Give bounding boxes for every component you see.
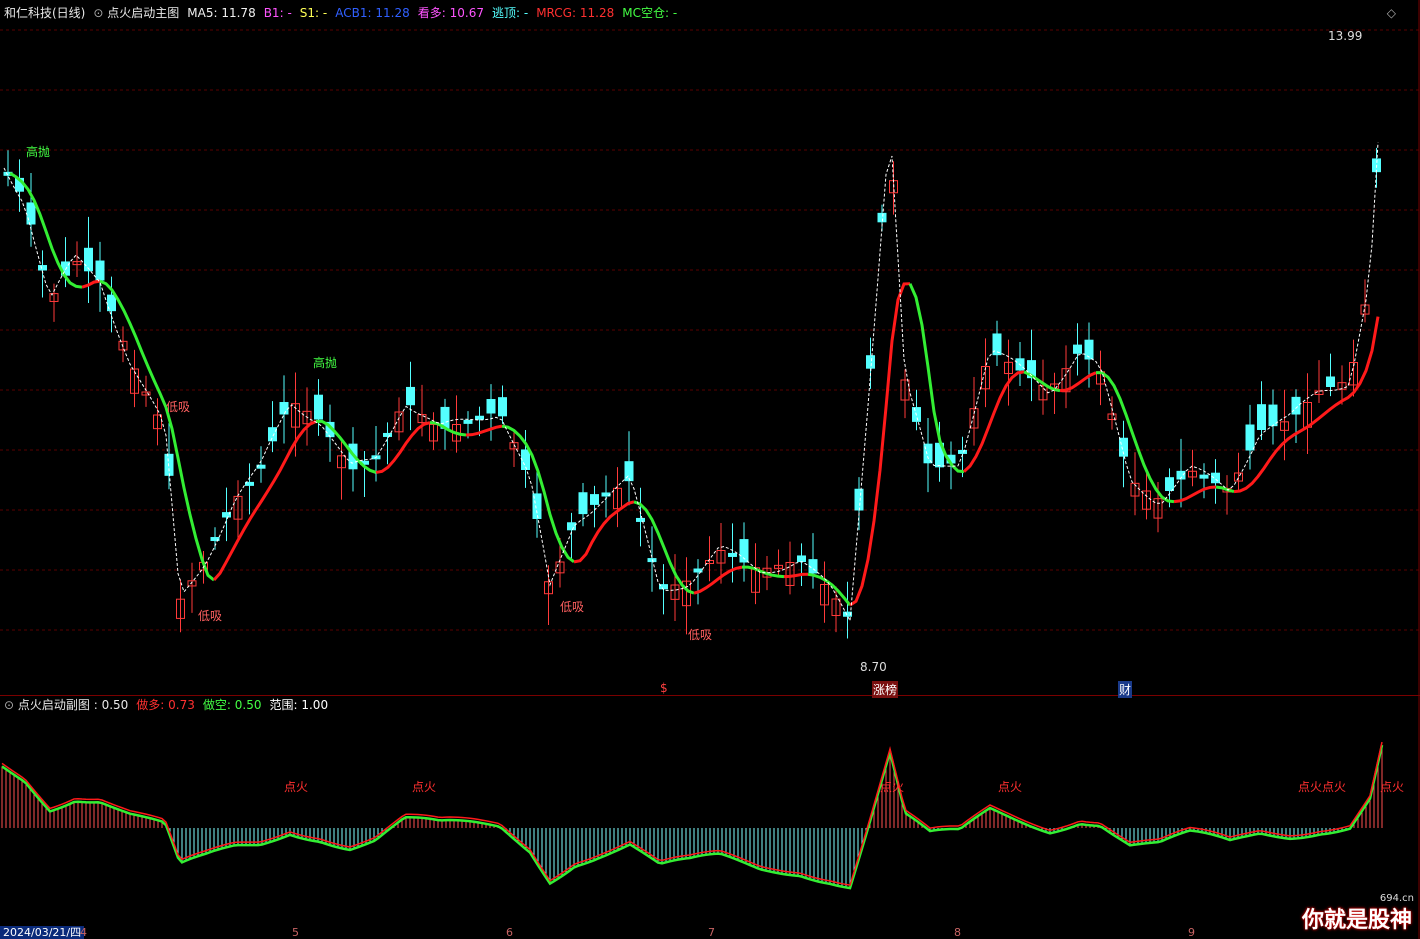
event-zhangting-tag[interactable]: 涨榜: [872, 681, 899, 698]
ma-trend-line: [849, 282, 911, 607]
zuokong-label: 做空:: [202, 698, 231, 712]
event-dollar-tag[interactable]: $: [660, 681, 668, 695]
candle-body: [406, 386, 415, 406]
osc-signal-line: [1, 741, 1383, 886]
ma-trend-line: [1173, 485, 1217, 504]
candle-body: [95, 260, 105, 281]
zuoduo-label: 做多:: [136, 698, 165, 712]
candle-body: [636, 517, 645, 522]
dianhuo-signal-5: 点火: [1298, 780, 1323, 794]
candle-body: [728, 552, 737, 557]
candle-body: [1211, 472, 1220, 484]
fanwei-label: 范围:: [269, 698, 298, 712]
price-high-label: 13.99: [1328, 29, 1363, 43]
fanwei-readout: 范围: 1.00: [269, 694, 328, 716]
sub-indicator-name-text: 点火启动副图: [17, 698, 90, 712]
ma-trend-line: [1233, 316, 1380, 494]
ma-trend-line: [783, 572, 809, 579]
ma5-line: [3, 142, 1379, 623]
candle-body: [567, 522, 576, 531]
candle-body: [279, 402, 289, 415]
kline-chart[interactable]: [0, 0, 1420, 939]
candle-body: [38, 265, 47, 271]
month-tick-5: 5: [292, 926, 299, 939]
zuoduo-value: 0.73: [168, 698, 195, 712]
month-tick-4: 4: [80, 926, 87, 939]
ma-trend-line: [465, 424, 503, 437]
candle-body: [647, 558, 657, 563]
candle-body: [463, 419, 473, 424]
candle-body: [498, 397, 507, 417]
zuoduo-readout: 做多: 0.73: [136, 694, 195, 716]
dianhuo-signal-2: 点火: [412, 780, 437, 794]
watermark-logo: 你就是股神: [1301, 908, 1412, 933]
ma-trend-line: [81, 279, 101, 289]
event-cai-tag[interactable]: 财: [1118, 681, 1133, 698]
candle-body: [1073, 344, 1082, 354]
dixi-signal-3: 低吸: [560, 600, 585, 614]
candle-body: [1165, 477, 1174, 492]
month-tick-9: 9: [1188, 926, 1195, 939]
dianhuo-signal-4: 点火: [998, 780, 1023, 794]
candle-body: [578, 492, 588, 515]
fanwei-value: 1.00: [301, 698, 329, 712]
dixi-signal-4: 低吸: [688, 628, 713, 642]
dixi-signal-1: 低吸: [166, 400, 191, 414]
candle-body: [475, 415, 484, 420]
candle-body: [854, 488, 864, 511]
date-cursor-label: 2024/03/21/四: [0, 926, 85, 939]
ma-trend-line: [962, 370, 1025, 473]
candle-body: [383, 432, 392, 437]
candle-body: [958, 449, 967, 454]
dianhuo-signal-1: 点火: [284, 780, 309, 794]
candle-body: [1245, 424, 1255, 451]
gaopao-signal-1: 高抛: [26, 145, 51, 159]
osc-line: [1, 744, 1384, 890]
dixi-signal-2: 低吸: [198, 609, 223, 623]
candle-body: [1291, 396, 1301, 415]
candle-body: [1199, 474, 1209, 479]
candle-body: [521, 449, 530, 470]
dianhuo-signal-3: 点火: [880, 780, 905, 794]
candle-body: [486, 399, 496, 414]
candle-body: [1257, 404, 1266, 430]
month-tick-8: 8: [954, 926, 961, 939]
zuokong-value: 0.50: [234, 698, 262, 712]
candle-body: [992, 333, 1002, 356]
sub-indicator-name[interactable]: ⊙ 点火启动副图 : 0.50: [4, 694, 128, 716]
month-tick-7: 7: [708, 926, 715, 939]
price-low-label: 8.70: [860, 660, 887, 674]
candle-body: [590, 494, 599, 505]
candle-body: [866, 355, 875, 369]
sub-indicator-bar: ⊙ 点火启动副图 : 0.50 做多: 0.73 做空: 0.50 范围: 1.…: [0, 694, 328, 716]
candle-body: [84, 247, 93, 272]
candle-body: [797, 555, 806, 563]
ma-trend-line: [212, 419, 317, 582]
candle-body: [268, 427, 277, 442]
candle-body: [314, 394, 323, 420]
month-tick-6: 6: [506, 926, 513, 939]
candle-body: [1268, 404, 1278, 427]
dianhuo-signal-7: 点火: [1380, 780, 1405, 794]
sub-indicator-value: : 0.50: [93, 698, 129, 712]
candle-body: [1084, 339, 1094, 360]
candle-body: [1326, 376, 1335, 387]
zuokong-readout: 做空: 0.50: [203, 694, 262, 716]
candle-body: [26, 202, 36, 225]
dianhuo-signal-6: 点火: [1322, 780, 1347, 794]
gaopao-signal-2: 高抛: [313, 356, 338, 370]
